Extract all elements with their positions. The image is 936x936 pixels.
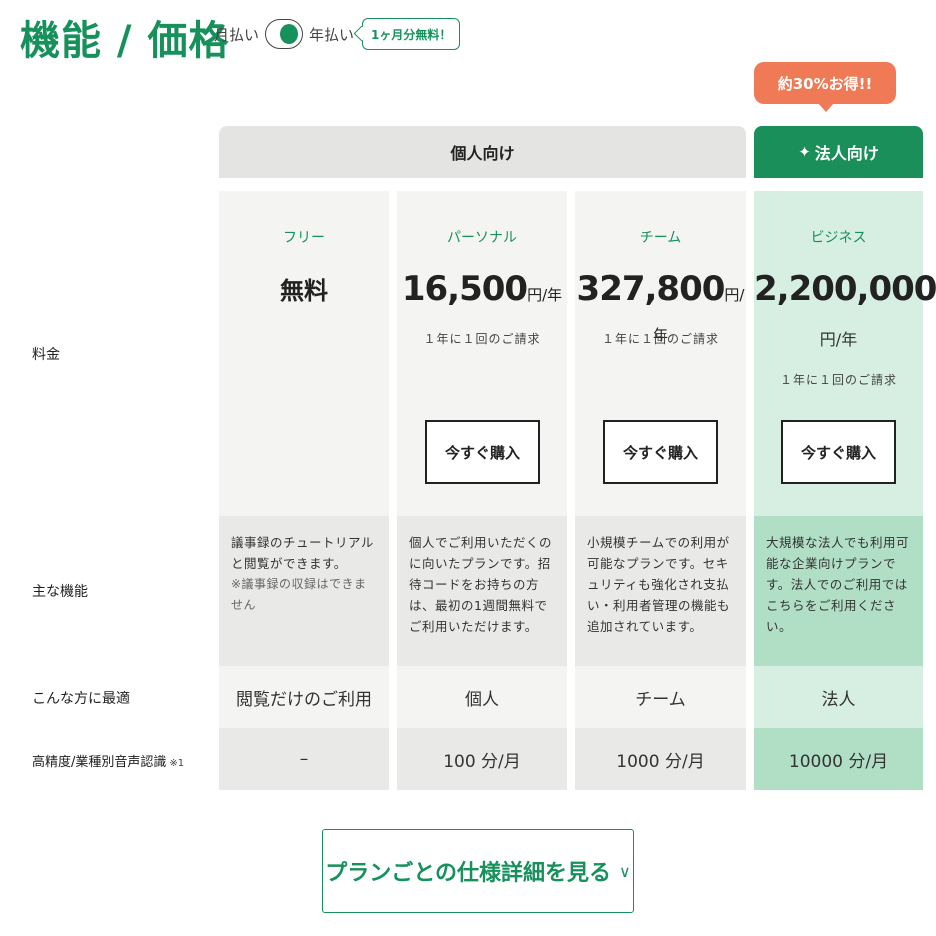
plan-column-business: ビジネス 2,200,000 円/年 １年に１回のご請求 今すぐ購入 大規模な法… [754,191,936,790]
features-note: ※議事録の収録はできません [231,577,367,612]
discount-badge: 約30%お得!! [754,62,896,112]
buy-now-button[interactable]: 今すぐ購入 [425,420,540,484]
chevron-down-icon: ∨ [619,861,631,881]
plan-name: チーム [639,230,682,246]
billing-note: １年に１回のご請求 [423,332,541,346]
row-label-price: 料金 [32,347,60,363]
features-cell: 議事録のチュートリアルと閲覧ができます。 ※議事録の収録はできません [219,516,389,666]
buy-now-button[interactable]: 今すぐ購入 [603,420,718,484]
price-amount: 16,500 [401,269,528,309]
features-text: 議事録のチュートリアルと閲覧ができます。 [231,535,374,571]
price-cell: チーム 327,800円/年 １年に１回のご請求 今すぐ購入 [575,191,746,516]
row-label-asr: 高精度/業種別音声認識 ※1 [32,751,184,770]
row-label-ideal-for: こんな方に最適 [32,691,130,707]
features-cell: 小規模チームでの利用が可能なプランです。セキュリティも強化され支払い・利用者管理… [575,516,746,666]
price-amount: 327,800 [576,269,726,309]
price-unit: 円/年 [527,286,563,304]
price-cell: ビジネス 2,200,000 円/年 １年に１回のご請求 今すぐ購入 [754,191,936,516]
plan-column-personal: パーソナル 16,500円/年 １年に１回のご請求 今すぐ購入 個人でご利用いた… [397,191,567,790]
billing-note: １年に１回のご請求 [601,332,719,346]
features-text: 個人でご利用いただくのに向いたプランです。招待コードをお持ちの方は、最初の1週間… [409,535,553,634]
plan-name: ビジネス [810,230,867,246]
asr-cell: 10000 分/月 [754,728,923,790]
toggle-knob [280,24,299,44]
price-unit: 円/年 [819,330,858,349]
business-group-label: 法人向け [814,144,879,163]
asr-cell: 1000 分/月 [575,728,746,790]
personal-group-header: 個人向け [219,126,746,178]
monthly-label[interactable]: 月払い [214,24,259,45]
asr-footnote-mark: ※1 [169,758,185,769]
page-title: 機能 / 価格 [20,18,230,64]
ideal-for-cell: 法人 [754,666,923,728]
plan-column-free: フリー 無料 議事録のチュートリアルと閲覧ができます。 ※議事録の収録はできませ… [219,191,389,790]
features-text: 大規模な法人でも利用可能な企業向けプランです。法人でのご利用ではこちらをご利用く… [766,535,910,634]
ideal-for-cell: 閲覧だけのご利用 [219,666,389,728]
price-cell: フリー 無料 [219,191,389,516]
free-month-badge: 1ヶ月分無料！ [362,18,461,50]
asr-cell: – [219,728,389,790]
ideal-for-cell: チーム [575,666,746,728]
ideal-for-cell: 個人 [397,666,567,728]
business-group-header: ✦ 法人向け [754,126,923,178]
plan-price: 16,500円/年 [397,269,567,309]
personal-group-label: 個人向け [450,144,515,163]
row-label-asr-text: 高精度/業種別音声認識 [32,755,167,770]
asr-cell: 100 分/月 [397,728,567,790]
plan-price: 無料 [280,277,328,305]
plan-details-label: プランごとの仕様詳細を見る [325,861,612,886]
plan-details-button[interactable]: プランごとの仕様詳細を見る ∨ [322,829,634,913]
yearly-label[interactable]: 年払い [309,24,354,45]
sparkle-icon: ✦ [798,143,811,161]
plan-column-team: チーム 327,800円/年 １年に１回のご請求 今すぐ購入 小規模チームでの利… [575,191,746,790]
buy-now-button[interactable]: 今すぐ購入 [781,420,896,484]
plan-name: フリー [283,230,325,246]
billing-note: １年に１回のご請求 [779,373,897,387]
plan-price: 2,200,000 [754,269,936,309]
features-text: 小規模チームでの利用が可能なプランです。セキュリティも強化され支払い・利用者管理… [587,535,731,634]
price-cell: パーソナル 16,500円/年 １年に１回のご請求 今すぐ購入 [397,191,567,516]
features-cell: 大規模な法人でも利用可能な企業向けプランです。法人でのご利用ではこちらをご利用く… [754,516,923,666]
plan-name: パーソナル [447,230,517,246]
row-label-features: 主な機能 [32,584,88,600]
features-cell: 個人でご利用いただくのに向いたプランです。招待コードをお持ちの方は、最初の1週間… [397,516,567,666]
billing-toggle[interactable] [265,19,304,49]
billing-toggle-group: 月払い 年払い 1ヶ月分無料！ [214,18,461,50]
